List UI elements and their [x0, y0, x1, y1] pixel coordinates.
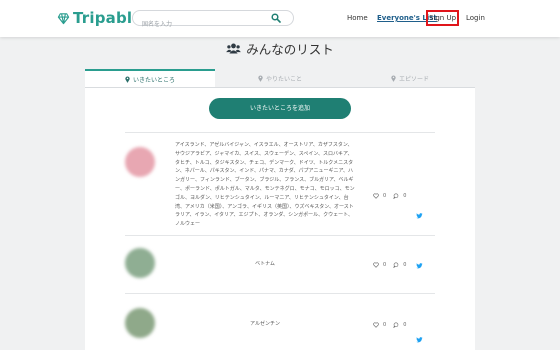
tab-episodes[interactable]: エピソード	[345, 69, 475, 87]
avatar[interactable]	[125, 248, 155, 278]
tab-places[interactable]: いきたいところ	[85, 69, 215, 87]
comment-count: 0	[403, 193, 407, 199]
page-title: みんなのリスト	[0, 38, 560, 58]
list-item-text: アルゼンチン	[250, 321, 280, 327]
heart-icon[interactable]	[373, 193, 379, 199]
logo-icon	[57, 12, 70, 24]
item-stats: 0 0	[373, 322, 413, 328]
comment-icon[interactable]	[393, 322, 399, 328]
avatar[interactable]	[125, 308, 155, 338]
tab-label: いきたいところ	[132, 76, 175, 84]
top-navbar: Tripable Home Everyone's List Sign Up Lo…	[0, 0, 560, 37]
comment-count: 0	[403, 262, 407, 268]
search-input[interactable]	[142, 17, 272, 32]
item-stats: 0 0	[373, 193, 413, 199]
twitter-icon[interactable]	[416, 263, 423, 269]
pin-icon	[125, 76, 130, 83]
nav-signup-link[interactable]: Sign Up	[426, 10, 459, 26]
item-stats: 0 0	[373, 262, 413, 268]
add-place-button[interactable]: いきたいところを追加	[209, 98, 351, 119]
comment-icon[interactable]	[393, 262, 399, 268]
avatar[interactable]	[125, 147, 155, 177]
list-panel: いきたいところを追加 アイスランド、アゼルバイジャン、イスラエル、オーストリア、…	[85, 88, 475, 350]
nav-home-link[interactable]: Home	[347, 14, 368, 22]
list-tabs: いきたいところ やりたいこと エピソード	[85, 69, 475, 88]
list-item: ベトナム 0 0	[125, 235, 435, 293]
heart-icon[interactable]	[373, 262, 379, 268]
tab-label: やりたいこと	[265, 75, 302, 83]
pin-icon	[391, 75, 396, 82]
search-icon[interactable]	[271, 13, 281, 23]
list-item: アルゼンチン 0 0	[125, 293, 435, 350]
tab-label: エピソード	[398, 75, 429, 83]
tab-activities[interactable]: やりたいこと	[215, 69, 345, 87]
list-item-text: アイスランド、アゼルバイジャン、イスラエル、オーストリア、カザフスタン、サウジア…	[175, 142, 355, 228]
like-count: 0	[383, 322, 387, 328]
comment-icon[interactable]	[393, 193, 399, 199]
comment-count: 0	[403, 322, 407, 328]
brand-logo[interactable]: Tripable	[57, 9, 143, 27]
search-box	[132, 10, 294, 32]
users-icon	[226, 43, 242, 54]
like-count: 0	[383, 193, 387, 199]
page-title-text: みんなのリスト	[246, 41, 334, 57]
heart-icon[interactable]	[373, 322, 379, 328]
twitter-icon[interactable]	[416, 337, 423, 343]
like-count: 0	[383, 262, 387, 268]
pin-icon	[258, 75, 263, 82]
nav-login-link[interactable]: Login	[466, 14, 485, 22]
list-item: アイスランド、アゼルバイジャン、イスラエル、オーストリア、カザフスタン、サウジア…	[125, 132, 435, 235]
twitter-icon[interactable]	[416, 213, 423, 219]
list-item-text: ベトナム	[255, 261, 275, 267]
